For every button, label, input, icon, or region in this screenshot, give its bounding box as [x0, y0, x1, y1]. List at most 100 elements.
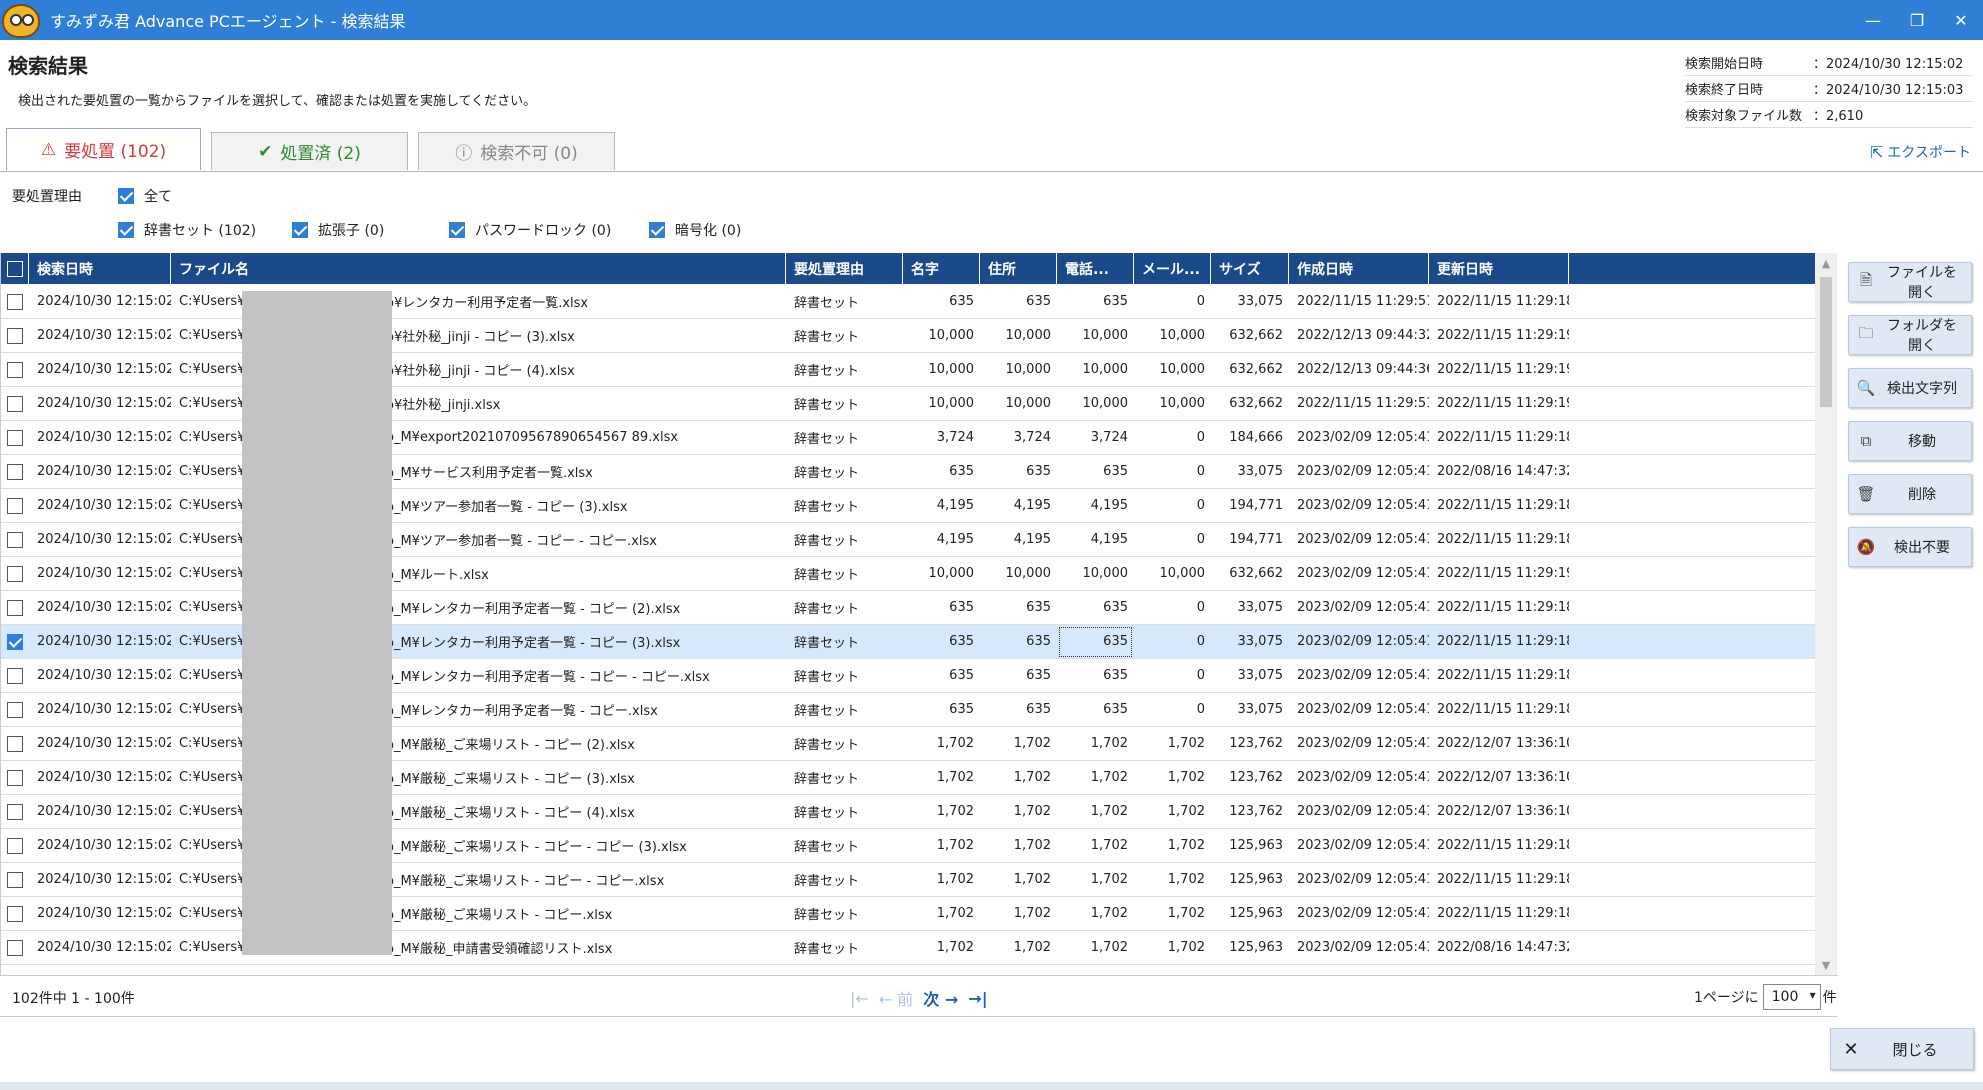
column-header[interactable]: 検索日時 — [29, 253, 171, 284]
row-select-cell[interactable] — [1, 523, 29, 557]
row-select-cell[interactable] — [1, 421, 29, 455]
row-select-cell[interactable] — [1, 353, 29, 387]
row-checkbox[interactable] — [7, 939, 23, 956]
row-select-cell[interactable] — [1, 319, 29, 353]
row-select-cell[interactable] — [1, 625, 29, 659]
row-select-cell[interactable] — [1, 387, 29, 421]
row-select-cell[interactable] — [1, 727, 29, 761]
row-select-cell[interactable] — [1, 761, 29, 795]
row-checkbox[interactable] — [7, 803, 23, 820]
row-select-cell[interactable] — [1, 285, 29, 319]
row-checkbox[interactable] — [7, 599, 23, 616]
row-checkbox[interactable] — [7, 327, 23, 344]
filter-dictionary[interactable]: 辞書セット (102) — [118, 220, 256, 240]
close-window-icon[interactable]: ✕ — [1939, 0, 1983, 40]
minimize-icon[interactable]: — — [1851, 0, 1895, 40]
row-checkbox[interactable] — [7, 769, 23, 786]
detected-strings-button[interactable]: 🔍 検出文字列 — [1848, 368, 1972, 408]
open-folder-button[interactable]: 🗀 フォルダを開く — [1848, 315, 1972, 355]
row-select-cell[interactable] — [1, 693, 29, 727]
row-checkbox[interactable] — [7, 633, 23, 650]
row-select-cell[interactable] — [1, 455, 29, 489]
column-header[interactable]: 要処置理由 — [786, 253, 903, 284]
filter-extension[interactable]: 拡張子 (0) — [292, 220, 384, 240]
row-select-cell[interactable] — [1, 863, 29, 897]
scroll-up-icon[interactable]: ▲ — [1815, 253, 1837, 273]
ignore-detection-button[interactable]: 🔕 検出不要 — [1848, 527, 1972, 567]
select-all-header[interactable] — [1, 253, 29, 284]
next-page-button[interactable]: 次 → — [923, 986, 958, 1010]
row-checkbox[interactable] — [7, 395, 23, 412]
row-checkbox[interactable] — [7, 837, 23, 854]
cell-search-date: 2024/10/30 12:15:02 — [37, 770, 171, 785]
delete-button[interactable]: 🗑 削除 — [1848, 474, 1972, 514]
row-checkbox[interactable] — [7, 531, 23, 548]
row-checkbox[interactable] — [7, 905, 23, 922]
column-header[interactable]: 更新日時 — [1429, 253, 1569, 284]
cell-created: 2023/02/09 12:05:41 — [1297, 770, 1429, 785]
checkbox-all[interactable] — [118, 188, 134, 204]
row-select-cell[interactable] — [1, 829, 29, 863]
scroll-thumb[interactable] — [1820, 277, 1832, 407]
row-checkbox[interactable] — [7, 701, 23, 718]
cell-surname-count: 1,702 — [936, 838, 974, 853]
row-select-cell[interactable] — [1, 659, 29, 693]
column-header[interactable]: サイズ — [1211, 253, 1289, 284]
row-checkbox[interactable] — [7, 497, 23, 514]
per-page-select[interactable]: 100 — [1762, 984, 1821, 1010]
checkbox-dictionary[interactable] — [118, 222, 134, 238]
cell-address-count: 10,000 — [1005, 362, 1052, 377]
prev-page-button[interactable]: ← 前 — [879, 986, 914, 1010]
vertical-scrollbar[interactable]: ▲ ▼ — [1815, 253, 1837, 975]
tab-unsearchable[interactable]: ⓘ 検索不可 (0) — [418, 132, 615, 170]
row-checkbox[interactable] — [7, 429, 23, 446]
column-header[interactable]: 電話... — [1057, 253, 1134, 284]
cell-search-date: 2024/10/30 12:15:02 — [37, 838, 171, 853]
cell-search-date: 2024/10/30 12:15:02 — [37, 736, 171, 751]
row-checkbox[interactable] — [7, 463, 23, 480]
row-select-cell[interactable] — [1, 897, 29, 931]
row-checkbox[interactable] — [7, 735, 23, 752]
column-header[interactable]: 名字 — [903, 253, 980, 284]
row-select-cell[interactable] — [1, 931, 29, 965]
checkbox-password-lock[interactable] — [449, 222, 465, 238]
column-header[interactable]: 作成日時 — [1289, 253, 1429, 284]
checkbox-select-all[interactable] — [7, 260, 23, 277]
column-header[interactable]: 住所 — [980, 253, 1057, 284]
tab-action-required[interactable]: ⚠ 要処置 (102) — [6, 128, 201, 170]
row-select-cell[interactable] — [1, 489, 29, 523]
export-button[interactable]: ⇱ エクスポート — [1870, 142, 1971, 162]
checkbox-encrypted[interactable] — [649, 222, 665, 238]
row-checkbox[interactable] — [7, 293, 23, 310]
cell-address-count: 635 — [1026, 634, 1051, 649]
cell-created: 2022/12/13 09:44:36 — [1297, 362, 1429, 377]
close-button[interactable]: ✕ 閉じる — [1830, 1028, 1974, 1070]
checkbox-extension[interactable] — [292, 222, 308, 238]
row-checkbox[interactable] — [7, 667, 23, 684]
scroll-down-icon[interactable]: ▼ — [1815, 955, 1837, 975]
move-button[interactable]: ⧉ 移動 — [1848, 421, 1972, 461]
filter-all[interactable]: 全て — [118, 186, 172, 206]
row-select-cell[interactable] — [1, 795, 29, 829]
first-page-icon[interactable]: |← — [850, 989, 869, 1008]
filter-label: 要処置理由 — [12, 189, 82, 205]
tab-handled[interactable]: ✔ 処置済 (2) — [211, 132, 408, 170]
open-file-button[interactable]: 🗎 ファイルを開く — [1848, 262, 1972, 302]
row-select-cell[interactable] — [1, 591, 29, 625]
row-checkbox[interactable] — [7, 361, 23, 378]
restore-icon[interactable]: ❐ — [1895, 0, 1939, 40]
row-select-cell[interactable] — [1, 557, 29, 591]
last-page-icon[interactable]: →| — [968, 989, 987, 1008]
cell-updated: 2022/11/15 11:29:18 — [1437, 634, 1569, 649]
close-label: 閉じる — [1892, 1040, 1938, 1059]
row-checkbox[interactable] — [7, 565, 23, 582]
column-header[interactable]: ファイル名 — [171, 253, 786, 284]
column-header[interactable]: メール... — [1134, 253, 1211, 284]
file-path-suffix: o_M¥厳秘_ご来場リスト - コピー (3).xlsx — [386, 772, 635, 787]
filter-encrypted[interactable]: 暗号化 (0) — [649, 220, 741, 240]
filter-password-lock[interactable]: パスワードロック (0) — [449, 220, 611, 240]
row-filler — [1569, 761, 1816, 795]
row-checkbox[interactable] — [7, 871, 23, 888]
cell-phone-count: 635 — [1103, 600, 1128, 615]
tab-label: 要処置 (102) — [64, 142, 167, 162]
